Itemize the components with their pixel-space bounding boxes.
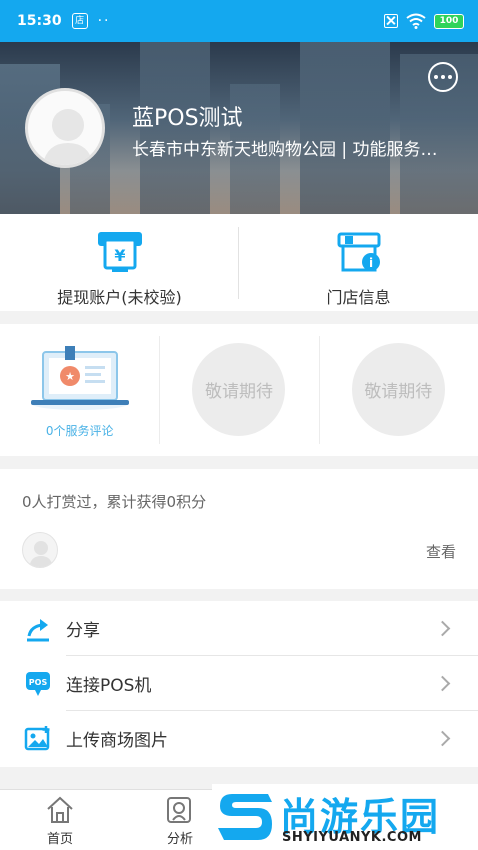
tab-home[interactable]: 首页 <box>30 790 90 850</box>
message-button[interactable] <box>428 62 458 92</box>
profile-header: 蓝POS测试 长春市中东新天地购物公园 | 功能服务中心 <box>0 42 478 214</box>
coming-soon-label: 敬请期待 <box>351 343 445 436</box>
withdraw-account-label: 提现账户(未校验) <box>57 288 182 307</box>
svg-text:POS: POS <box>29 678 48 687</box>
wifi-icon <box>406 13 426 29</box>
pos-icon: POS <box>26 671 50 696</box>
svg-text:★: ★ <box>65 370 75 383</box>
image-upload-icon <box>24 725 50 750</box>
chevron-right-icon <box>434 675 451 692</box>
quick-actions: ¥ 提现账户(未校验) i 门店信息 <box>0 214 478 311</box>
badge-panel: ★ 0个服务评论 敬请期待 敬请期待 <box>0 324 478 456</box>
coming-soon-badge: 敬请期待 <box>318 324 478 456</box>
notification-dots: ·· <box>97 13 111 29</box>
status-bar: 15:30 店 ·· 100 <box>0 0 478 42</box>
svg-text:¥: ¥ <box>114 246 125 265</box>
reward-summary: 0人打赏过，累计获得0积分 <box>22 493 207 511</box>
menu-item-label: 分享 <box>66 621 100 641</box>
share-icon <box>27 618 49 641</box>
message-dot <box>441 75 445 79</box>
watermark-logo-icon <box>218 794 272 840</box>
reward-card: 0人打赏过，累计获得0积分 <box>0 469 478 589</box>
store-info-button[interactable]: i 门店信息 <box>239 214 478 311</box>
divider <box>238 227 239 299</box>
withdraw-atm-icon: ¥ <box>97 232 142 272</box>
service-review-badge[interactable]: ★ 0个服务评论 <box>0 324 159 456</box>
chevron-right-icon <box>434 620 451 637</box>
home-icon <box>47 796 73 823</box>
coming-soon-label: 敬请期待 <box>192 343 286 436</box>
withdraw-account-button[interactable]: ¥ 提现账户(未校验) <box>0 214 239 311</box>
store-info-icon: i <box>337 232 380 272</box>
menu-item-connect-pos[interactable]: POS 连接POS机 <box>0 656 478 711</box>
tipper-avatar <box>22 532 58 568</box>
analysis-icon <box>167 797 191 823</box>
store-info-label: 门店信息 <box>326 288 391 307</box>
service-review-count: 0个服务评论 <box>45 424 114 438</box>
tab-analysis[interactable]: 分析 <box>150 790 210 850</box>
message-dot <box>448 75 452 79</box>
message-dot <box>434 75 438 79</box>
view-rewards-link[interactable]: 查看 <box>426 541 456 562</box>
menu-list: 分享 POS 连接POS机 上传商场图片 <box>0 601 478 767</box>
menu-item-upload-photos[interactable]: 上传商场图片 <box>0 711 478 766</box>
tab-label: 首页 <box>46 832 73 847</box>
chevron-right-icon <box>434 730 451 747</box>
avatar[interactable] <box>25 88 105 168</box>
no-sim-icon <box>384 14 398 28</box>
status-time: 15:30 <box>17 13 62 29</box>
battery-icon: 100 <box>434 13 464 29</box>
coming-soon-badge: 敬请期待 <box>159 324 318 456</box>
service-review-illustration: ★ <box>30 346 129 410</box>
tab-label: 分析 <box>166 832 193 847</box>
store-name: 蓝POS测试 <box>132 106 243 131</box>
store-location: 长春市中东新天地购物公园 | 功能服务中心 <box>132 140 442 160</box>
site-watermark: 尚游乐园 SHYIYUANYK.COM <box>212 784 478 850</box>
store-app-icon: 店 <box>71 13 88 29</box>
menu-item-share[interactable]: 分享 <box>0 601 478 656</box>
svg-text:i: i <box>368 256 372 270</box>
menu-item-label: 上传商场图片 <box>66 731 168 751</box>
watermark-url: SHYIYUANYK.COM <box>282 830 422 845</box>
menu-item-label: 连接POS机 <box>66 676 152 696</box>
